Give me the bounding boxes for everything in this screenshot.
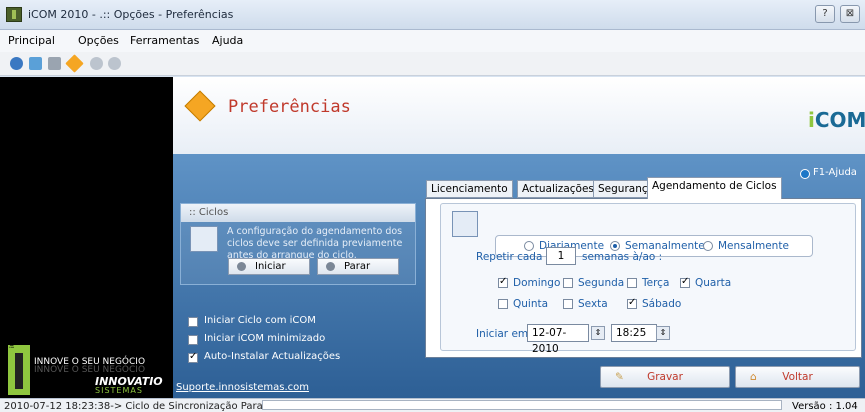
brand-logo-text: iCOM <box>9 332 16 348</box>
home-icon: ⌂ <box>750 371 757 383</box>
auto-install-updates-label: Auto-Instalar Actualizações <box>204 351 341 362</box>
users-icon[interactable] <box>29 57 42 70</box>
auto-install-updates-checkbox[interactable] <box>188 351 198 363</box>
day-terca-checkbox[interactable] <box>627 278 637 288</box>
day-sexta-checkbox[interactable] <box>563 299 573 309</box>
repeat-weeks-input[interactable]: 1 <box>546 247 576 265</box>
status-message: 2010-07-12 18:23:38-> Ciclo de Sincroniz… <box>4 401 276 412</box>
window-title: iCOM 2010 - .:: Opções - Preferências <box>28 8 234 21</box>
progress-bar <box>262 400 782 410</box>
radio-monthly[interactable] <box>703 241 713 251</box>
sync-icon[interactable] <box>10 57 23 70</box>
day-segunda-label: Segunda <box>578 277 625 289</box>
toolbar <box>0 52 865 76</box>
play-icon <box>237 262 246 271</box>
preferences-icon[interactable] <box>65 54 84 73</box>
monthly-label: Mensalmente <box>718 240 789 252</box>
start-date-input[interactable]: 12-07-2010 <box>527 324 589 355</box>
stop-cycle-label: Parar <box>344 261 371 272</box>
icom-logo: iCOM <box>808 108 865 132</box>
help-link[interactable]: F1-Ajuda <box>813 167 857 178</box>
brand-subtitle: SISTEMAS <box>95 386 143 395</box>
menu-ferramentas[interactable]: Ferramentas <box>130 34 199 47</box>
day-domingo-checkbox[interactable] <box>498 276 508 288</box>
time-spinner[interactable]: ⇕ <box>656 326 670 340</box>
pencil-icon: ✎ <box>615 371 624 383</box>
menu-bar: Principal Opções Ferramentas Ajuda <box>0 30 865 52</box>
day-sexta-label: Sexta <box>578 298 608 310</box>
back-button[interactable]: ⌂ Voltar <box>735 366 860 388</box>
day-sabado-label: Sábado <box>642 298 682 310</box>
page-title: Preferências <box>228 97 351 117</box>
day-terca-label: Terça <box>642 277 670 289</box>
tab-licenciamento[interactable]: Licenciamento <box>426 180 513 198</box>
menu-opcoes[interactable]: Opções <box>78 34 119 47</box>
play-icon[interactable] <box>90 57 103 70</box>
stop-cycle-button[interactable]: Parar <box>317 258 399 275</box>
brand-logo <box>8 345 30 395</box>
start-cycle-label: Iniciar <box>255 261 286 272</box>
save-label: Gravar <box>647 371 683 383</box>
document-icon[interactable] <box>48 57 61 70</box>
start-minimized-label: Iniciar iCOM minimizado <box>204 333 326 344</box>
date-spinner[interactable]: ⇕ <box>591 326 605 340</box>
schedule-clock-icon <box>190 226 218 252</box>
brand-tagline-reflection: INNOVE O SEU NEGÓCIO <box>34 365 146 375</box>
icom-logo-prefix: i <box>808 108 815 132</box>
day-segunda-checkbox[interactable] <box>563 278 573 288</box>
day-quinta-label: Quinta <box>513 298 549 310</box>
tab-actualizacoes[interactable]: Actualizações <box>517 180 599 198</box>
stop-icon <box>326 262 335 271</box>
day-sabado-checkbox[interactable] <box>627 297 637 309</box>
radio-daily[interactable] <box>524 241 534 251</box>
day-quarta-label: Quarta <box>695 277 732 289</box>
ciclos-description: A configuração do agendamento dos ciclos… <box>227 226 403 261</box>
icom-logo-text: COM <box>814 108 865 132</box>
tab-agendamento-ciclos[interactable]: Agendamento de Ciclos <box>647 177 782 199</box>
ciclos-heading: :: Ciclos <box>181 204 415 222</box>
help-icon[interactable] <box>800 169 810 179</box>
day-quarta-checkbox[interactable] <box>680 276 690 288</box>
close-window-button[interactable]: ⊠ <box>840 5 860 23</box>
start-date-label: Iniciar em <box>476 328 529 340</box>
save-button[interactable]: ✎ Gravar <box>600 366 730 388</box>
app-icon <box>6 7 22 22</box>
start-time-input[interactable]: 18:25 <box>611 324 657 342</box>
help-window-button[interactable]: ? <box>815 5 835 23</box>
radio-weekly[interactable] <box>610 241 620 251</box>
start-cycle-button[interactable]: Iniciar <box>228 258 310 275</box>
start-cycle-with-icom-checkbox[interactable] <box>188 317 198 327</box>
repeat-suffix-label: semanas à/ao : <box>582 251 663 263</box>
support-link[interactable]: Suporte.innosistemas.com <box>176 382 309 393</box>
version-label: Versão : 1.04 <box>792 401 858 412</box>
menu-ajuda[interactable]: Ajuda <box>212 34 243 47</box>
repeat-prefix-label: Repetir cada <box>476 251 543 263</box>
back-label: Voltar <box>782 371 813 383</box>
start-minimized-checkbox[interactable] <box>188 335 198 345</box>
stop-icon[interactable] <box>108 57 121 70</box>
menu-principal[interactable]: Principal <box>8 34 55 47</box>
day-quinta-checkbox[interactable] <box>498 299 508 309</box>
schedule-clock-icon <box>452 211 478 237</box>
start-cycle-with-icom-label: Iniciar Ciclo com iCOM <box>204 315 316 326</box>
day-domingo-label: Domingo <box>513 277 561 289</box>
